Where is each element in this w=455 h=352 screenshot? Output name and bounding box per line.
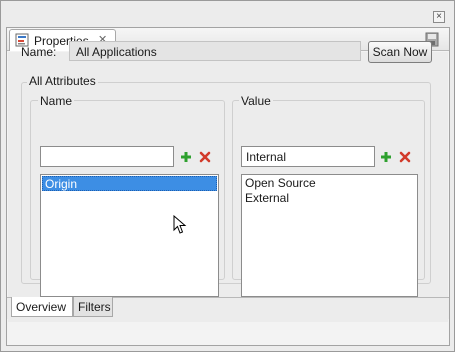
value-panel-label: Value <box>239 94 273 108</box>
add-value-icon[interactable] <box>380 151 392 163</box>
properties-window: × Properties ✕ Name: All Applications Sc… <box>0 0 455 352</box>
attribute-name-input[interactable] <box>40 146 174 167</box>
list-item[interactable]: Open Source <box>243 176 416 191</box>
remove-value-icon[interactable] <box>399 151 411 163</box>
tab-filters[interactable]: Filters <box>73 297 113 317</box>
mouse-pointer-icon <box>173 215 187 234</box>
name-label: Name: <box>21 45 57 59</box>
remove-name-icon[interactable] <box>199 151 211 163</box>
all-attributes-label: All Attributes <box>27 74 98 88</box>
add-name-icon[interactable] <box>180 151 192 163</box>
attribute-value-input[interactable] <box>241 146 375 167</box>
list-item[interactable]: External <box>243 191 416 206</box>
list-item[interactable]: Origin <box>42 176 217 191</box>
name-panel-label: Name <box>38 94 75 108</box>
attribute-name-list[interactable]: Origin <box>40 174 219 297</box>
bottom-tab-bar: Overview Filters <box>7 297 449 319</box>
tab-overview[interactable]: Overview <box>11 297 73 317</box>
name-value-field: All Applications <box>69 41 361 61</box>
close-view-icon[interactable]: × <box>433 11 445 23</box>
attribute-value-list[interactable]: Open Source External <box>241 174 418 297</box>
scan-now-button[interactable]: Scan Now <box>368 41 432 63</box>
